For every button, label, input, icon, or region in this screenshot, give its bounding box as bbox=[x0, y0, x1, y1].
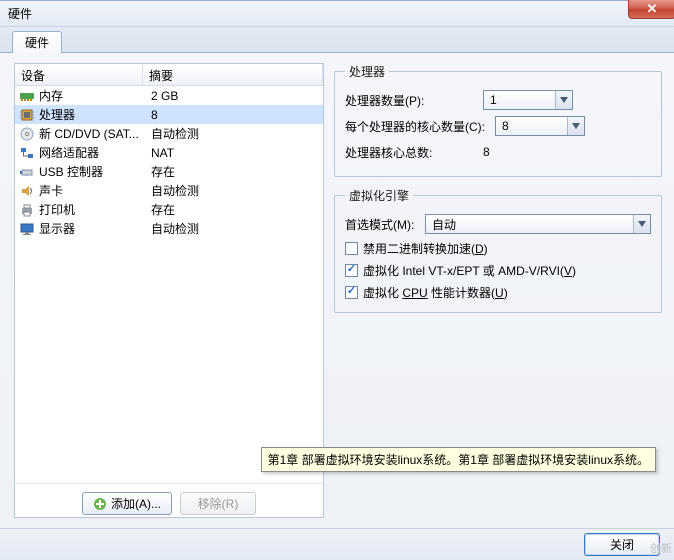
device-summary: 自动检测 bbox=[147, 220, 319, 237]
device-summary: 存在 bbox=[147, 201, 319, 218]
remove-device-button: 移除(R) bbox=[180, 492, 256, 515]
remove-button-label: 移除(R) bbox=[198, 495, 239, 512]
virtualization-legend: 虚拟化引擎 bbox=[345, 187, 413, 204]
checkbox-icon[interactable] bbox=[345, 242, 358, 255]
device-summary: 存在 bbox=[147, 163, 319, 180]
sound-icon bbox=[19, 183, 35, 199]
checkbox-label: 虚拟化 CPU 性能计数器(U) bbox=[363, 284, 508, 301]
processor-group: 处理器 处理器数量(P): 1 每个处理器的核心数量(C): 8 bbox=[334, 63, 662, 177]
titlebar[interactable]: 硬件 ✕ bbox=[0, 1, 674, 27]
device-name: 新 CD/DVD (SAT... bbox=[39, 125, 147, 142]
memory-icon bbox=[19, 88, 35, 104]
dialog-footer: 关闭 bbox=[0, 528, 674, 560]
device-name: USB 控制器 bbox=[39, 163, 147, 180]
checkbox-label: 虚拟化 Intel VT-x/EPT 或 AMD-V/RVI(V) bbox=[363, 262, 576, 279]
device-name: 内存 bbox=[39, 87, 147, 104]
device-row[interactable]: USB 控制器存在 bbox=[15, 162, 323, 181]
checkbox-icon[interactable] bbox=[345, 286, 358, 299]
virtualization-checkboxes: 禁用二进制转换加速(D) 虚拟化 Intel VT-x/EPT 或 AMD-V/R… bbox=[345, 238, 651, 302]
device-list-header: 设备 摘要 bbox=[15, 64, 323, 86]
device-name: 处理器 bbox=[39, 106, 147, 123]
total-cores-label: 处理器核心总数: bbox=[345, 144, 483, 161]
cpu-icon bbox=[19, 107, 35, 123]
device-summary: 2 GB bbox=[147, 89, 319, 103]
device-summary: NAT bbox=[147, 146, 319, 160]
chevron-down-icon bbox=[567, 117, 584, 135]
checkbox-icon[interactable] bbox=[345, 264, 358, 277]
checkbox-label: 禁用二进制转换加速(D) bbox=[363, 240, 488, 257]
device-name: 打印机 bbox=[39, 201, 147, 218]
preferred-mode-select[interactable]: 自动 bbox=[425, 214, 651, 234]
device-row[interactable]: 新 CD/DVD (SAT...自动检测 bbox=[15, 124, 323, 143]
device-row[interactable]: 处理器8 bbox=[15, 105, 323, 124]
device-row[interactable]: 网络适配器NAT bbox=[15, 143, 323, 162]
add-icon bbox=[93, 497, 107, 511]
chevron-down-icon bbox=[633, 215, 650, 233]
processor-legend: 处理器 bbox=[345, 63, 389, 80]
device-name: 显示器 bbox=[39, 220, 147, 237]
preferred-mode-value: 自动 bbox=[432, 216, 456, 233]
disc-icon bbox=[19, 126, 35, 142]
virtualization-option[interactable]: 禁用二进制转换加速(D) bbox=[345, 238, 651, 258]
cores-per-processor-label: 每个处理器的核心数量(C): bbox=[345, 118, 495, 135]
header-device[interactable]: 设备 bbox=[15, 64, 143, 85]
window-close-button[interactable]: ✕ bbox=[628, 0, 674, 19]
processor-count-value: 1 bbox=[490, 93, 497, 107]
chevron-down-icon bbox=[555, 91, 572, 109]
device-row[interactable]: 打印机存在 bbox=[15, 200, 323, 219]
printer-icon bbox=[19, 202, 35, 218]
device-row[interactable]: 显示器自动检测 bbox=[15, 219, 323, 238]
usb-icon bbox=[19, 164, 35, 180]
device-name: 声卡 bbox=[39, 182, 147, 199]
close-icon: ✕ bbox=[647, 1, 658, 17]
display-icon bbox=[19, 221, 35, 237]
cores-per-processor-select[interactable]: 8 bbox=[495, 116, 585, 136]
tab-bar: 硬件 bbox=[0, 27, 674, 53]
device-row[interactable]: 声卡自动检测 bbox=[15, 181, 323, 200]
page-body: 设备 摘要 内存2 GB处理器8新 CD/DVD (SAT...自动检测网络适配… bbox=[0, 53, 674, 528]
device-summary: 8 bbox=[147, 108, 319, 122]
cores-per-processor-value: 8 bbox=[502, 119, 509, 133]
processor-count-label: 处理器数量(P): bbox=[345, 92, 483, 109]
device-summary: 自动检测 bbox=[147, 125, 319, 142]
device-row[interactable]: 内存2 GB bbox=[15, 86, 323, 105]
add-device-button[interactable]: 添加(A)... bbox=[82, 492, 172, 515]
device-summary: 自动检测 bbox=[147, 182, 319, 199]
add-button-label: 添加(A)... bbox=[111, 495, 161, 512]
tab-label: 硬件 bbox=[25, 34, 49, 51]
network-icon bbox=[19, 145, 35, 161]
preferred-mode-label: 首选模式(M): bbox=[345, 216, 425, 233]
device-name: 网络适配器 bbox=[39, 144, 147, 161]
close-button[interactable]: 关闭 bbox=[584, 533, 660, 556]
hardware-settings-window: 硬件 ✕ 硬件 设备 摘要 内存2 GB处理器8新 CD/DVD (SAT...… bbox=[0, 0, 674, 560]
virtualization-option[interactable]: 虚拟化 Intel VT-x/EPT 或 AMD-V/RVI(V) bbox=[345, 260, 651, 280]
close-button-label: 关闭 bbox=[610, 536, 634, 553]
tooltip: 第1章 部署虚拟环境安装linux系统。第1章 部署虚拟环境安装linux系统。 bbox=[261, 447, 656, 472]
processor-count-select[interactable]: 1 bbox=[483, 90, 573, 110]
total-cores-value: 8 bbox=[483, 145, 651, 159]
tab-hardware[interactable]: 硬件 bbox=[12, 31, 62, 53]
window-title: 硬件 bbox=[8, 5, 32, 22]
virtualization-option[interactable]: 虚拟化 CPU 性能计数器(U) bbox=[345, 282, 651, 302]
device-buttons: 添加(A)... 移除(R) bbox=[15, 483, 323, 517]
virtualization-group: 虚拟化引擎 首选模式(M): 自动 禁用二进制转换加速(D) 虚拟化 Intel … bbox=[334, 187, 662, 313]
header-summary[interactable]: 摘要 bbox=[143, 64, 323, 85]
device-list[interactable]: 内存2 GB处理器8新 CD/DVD (SAT...自动检测网络适配器NATUS… bbox=[15, 86, 323, 483]
